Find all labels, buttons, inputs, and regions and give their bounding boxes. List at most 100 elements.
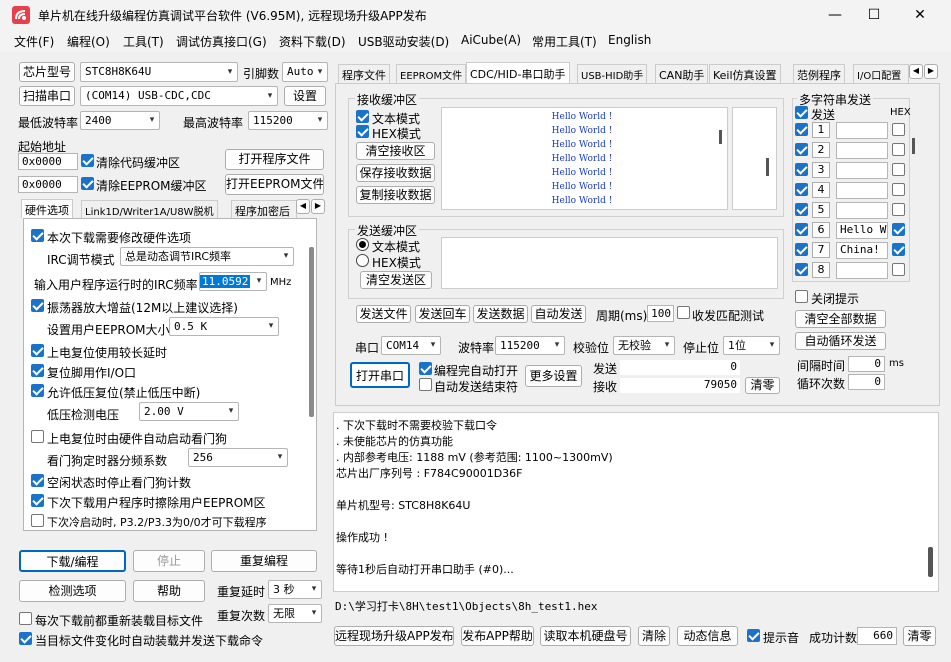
help-button[interactable]: 帮助: [133, 580, 205, 602]
serial-port-select[interactable]: COM14 ▾: [381, 336, 441, 355]
match-test-checkbox[interactable]: [677, 306, 690, 319]
auto-loop-send-button[interactable]: 自动循环发送: [795, 332, 886, 350]
tab-eeprom-file[interactable]: EEPROM文件: [396, 64, 467, 83]
clear-all-data-button[interactable]: 清空全部数据: [795, 310, 886, 328]
repeat-program-button[interactable]: 重复编程: [211, 550, 317, 572]
auto-end-checkbox[interactable]: [419, 378, 432, 391]
clear-count-button[interactable]: 清零: [745, 377, 780, 394]
multi-row-hex-checkbox[interactable]: [892, 203, 905, 216]
multi-row-hex-checkbox[interactable]: [892, 183, 905, 196]
download-program-button[interactable]: 下载/编程: [19, 550, 126, 572]
multi-row-send-button[interactable]: 8: [812, 262, 830, 278]
port-settings-button[interactable]: 设置: [284, 86, 326, 106]
multi-row-send-button[interactable]: 5: [812, 202, 830, 218]
lvr-checkbox[interactable]: [31, 384, 44, 397]
rx-save-button[interactable]: 保存接收数据: [356, 164, 435, 182]
clear-log-button[interactable]: 清除: [638, 626, 670, 646]
modify-hw-checkbox[interactable]: [31, 229, 44, 242]
tx-hex-mode-radio[interactable]: [356, 254, 369, 267]
p32-checkbox[interactable]: [31, 514, 44, 527]
multi-row-send-button[interactable]: 1: [812, 122, 830, 138]
open-serial-button[interactable]: 打开串口: [350, 362, 410, 388]
multi-row-checkbox[interactable]: [795, 243, 808, 256]
code-address-input[interactable]: 0x0000: [18, 153, 78, 170]
auto-load-checkbox[interactable]: [19, 632, 32, 645]
multi-row-input[interactable]: [836, 262, 888, 279]
publish-app-button[interactable]: 远程现场升级APP发布: [334, 626, 454, 646]
erase-eeprom-checkbox[interactable]: [31, 494, 44, 507]
publish-help-button[interactable]: 发布APP帮助: [461, 626, 534, 646]
chip-type-select[interactable]: STC8H8K64U ▾: [80, 62, 238, 82]
clear-success-button[interactable]: 清零: [903, 626, 936, 646]
multi-row-send-button[interactable]: 6: [812, 222, 830, 238]
multi-send-all-checkbox[interactable]: [795, 106, 808, 119]
repeat-delay-select[interactable]: 3 秒 ▾: [268, 580, 322, 599]
tab-keil-sim[interactable]: Keil仿真设置: [709, 64, 781, 83]
multi-row-input[interactable]: [836, 162, 888, 179]
lvd-select[interactable]: 2.00 V ▾: [139, 402, 239, 421]
menu-file[interactable]: 文件(F): [14, 33, 54, 50]
read-disk-button[interactable]: 读取本机硬盘号: [540, 626, 631, 646]
scrollbar-thumb[interactable]: [309, 247, 314, 417]
multi-row-hex-checkbox[interactable]: [892, 143, 905, 156]
log-scrollbar-thumb[interactable]: [928, 547, 933, 577]
stop-button[interactable]: 停止: [133, 550, 205, 572]
osc-gain-checkbox[interactable]: [31, 299, 44, 312]
maximize-button[interactable]: ☐: [851, 0, 897, 30]
pins-select[interactable]: Auto ▾: [282, 62, 328, 82]
hw-wdt-checkbox[interactable]: [31, 430, 44, 443]
tab-program-file[interactable]: 程序文件: [338, 64, 390, 83]
multi-row-hex-checkbox[interactable]: [892, 223, 905, 236]
irc-freq-select[interactable]: 11.0592 ▾: [199, 272, 267, 291]
send-file-button[interactable]: 发送文件: [356, 305, 411, 323]
auto-send-button[interactable]: 自动发送: [531, 305, 586, 323]
menu-english[interactable]: English: [608, 33, 651, 47]
tab-link1d[interactable]: Link1D/Writer1A/U8W脱机: [81, 200, 218, 218]
rx-hex-scrollbar-thumb[interactable]: [766, 158, 769, 176]
multi-row-checkbox[interactable]: [795, 263, 808, 276]
tab-usb-hid[interactable]: USB-HID助手: [577, 64, 648, 83]
multi-row-input[interactable]: Hello Wo: [836, 222, 888, 239]
menu-common-tools[interactable]: 常用工具(T): [532, 33, 597, 50]
tab-io-config[interactable]: I/O口配置: [853, 64, 909, 83]
multi-row-hex-checkbox[interactable]: [892, 243, 905, 256]
menu-debug[interactable]: 调试仿真接口(G): [176, 33, 267, 50]
tab-encryption[interactable]: 程序加密后: [231, 200, 297, 218]
send-return-button[interactable]: 发送回车: [415, 305, 470, 323]
multi-row-send-button[interactable]: 7: [812, 242, 830, 258]
send-data-button[interactable]: 发送数据: [473, 305, 528, 323]
multi-row-send-button[interactable]: 4: [812, 182, 830, 198]
tab-scroll-right-icon[interactable]: ▶: [924, 64, 938, 79]
baud-rate-select[interactable]: 115200 ▾: [495, 336, 565, 355]
rx-clear-button[interactable]: 清空接收区: [356, 142, 435, 160]
tab-cdc-serial-assistant[interactable]: CDC/HID-串口助手: [466, 62, 570, 84]
tab-scroll-right-icon[interactable]: ▶: [311, 199, 325, 214]
min-baud-select[interactable]: 2400 ▾: [80, 111, 160, 130]
tx-text-mode-radio[interactable]: [356, 238, 369, 251]
period-input[interactable]: 100: [647, 305, 674, 322]
rx-text-area[interactable]: Hello World ! Hello World ! Hello World …: [441, 107, 728, 210]
rx-copy-button[interactable]: 复制接收数据: [356, 186, 435, 204]
tab-examples[interactable]: 范例程序: [793, 64, 845, 83]
tab-scroll-left-icon[interactable]: ◀: [909, 64, 923, 79]
open-program-button[interactable]: 打开程序文件: [225, 149, 324, 170]
wdt-prescale-select[interactable]: 256 ▾: [188, 448, 288, 467]
menu-usb-driver[interactable]: USB驱动安装(D): [358, 33, 449, 50]
rx-scrollbar-thumb[interactable]: [719, 130, 722, 144]
multi-row-hex-checkbox[interactable]: [892, 263, 905, 276]
menu-aicube[interactable]: AiCube(A): [461, 33, 521, 47]
menu-tools[interactable]: 工具(T): [123, 33, 164, 50]
clear-code-checkbox[interactable]: [81, 154, 94, 167]
parity-select[interactable]: 无校验 ▾: [613, 336, 675, 355]
multi-scrollbar-thumb[interactable]: [912, 138, 915, 154]
reset-io-checkbox[interactable]: [31, 364, 44, 377]
multi-row-hex-checkbox[interactable]: [892, 123, 905, 136]
clear-eeprom-checkbox[interactable]: [81, 177, 94, 190]
loop-count-input[interactable]: 0: [848, 374, 885, 390]
port-select[interactable]: (COM14) USB-CDC,CDC ▾: [80, 86, 278, 106]
multi-row-send-button[interactable]: 3: [812, 162, 830, 178]
more-settings-button[interactable]: 更多设置: [525, 365, 582, 387]
multi-row-checkbox[interactable]: [795, 123, 808, 136]
multi-row-checkbox[interactable]: [795, 203, 808, 216]
idle-wdt-checkbox[interactable]: [31, 474, 44, 487]
